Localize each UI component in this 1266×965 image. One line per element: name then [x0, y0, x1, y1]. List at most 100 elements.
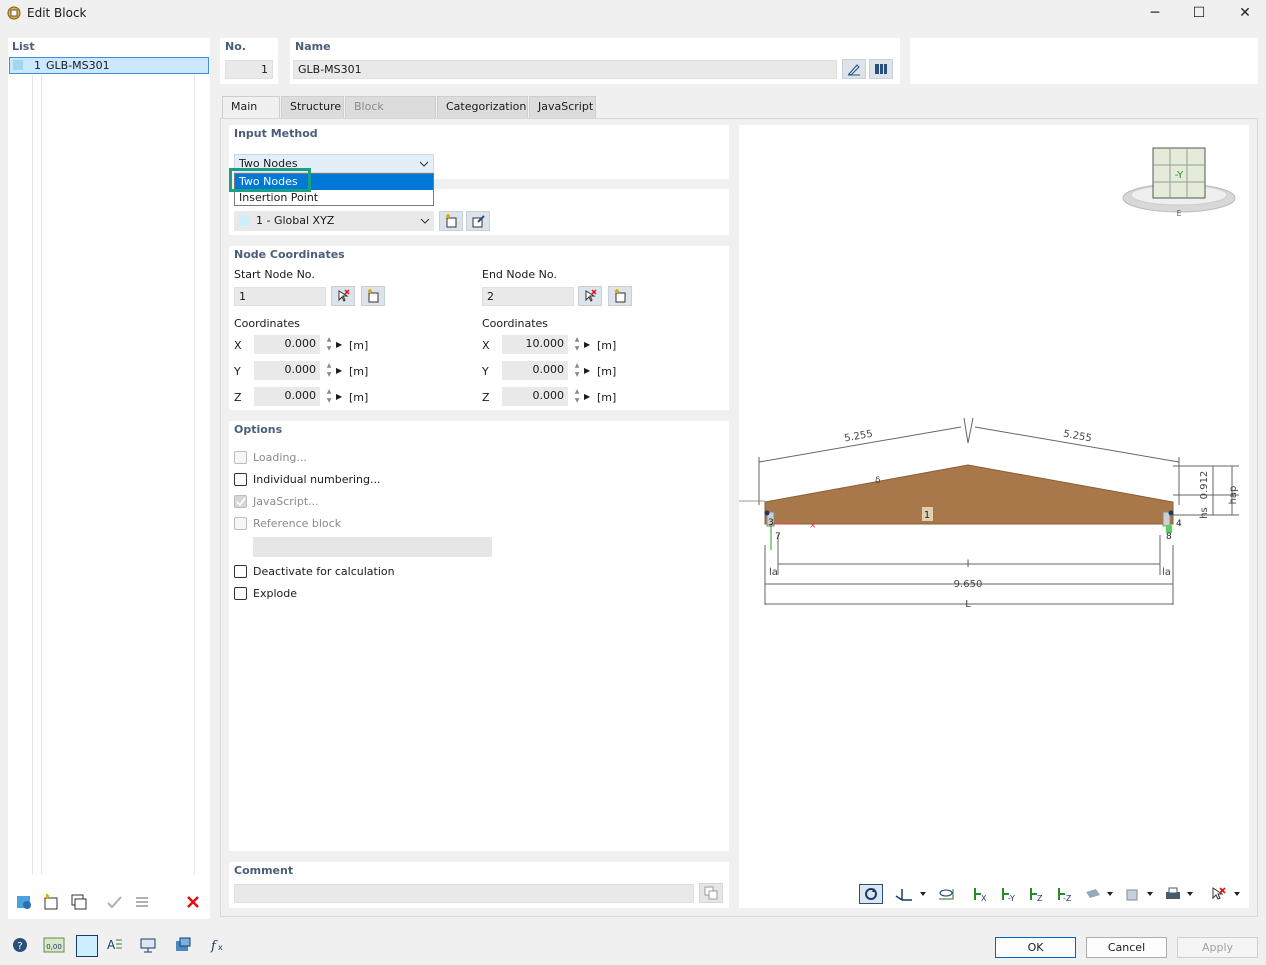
- maximize-button[interactable]: ☐: [1176, 0, 1222, 28]
- start-node-field[interactable]: 1: [234, 287, 326, 306]
- units-icon[interactable]: 0,00: [42, 935, 66, 955]
- pick-start-node-icon[interactable]: [331, 286, 355, 306]
- comment-field[interactable]: [234, 884, 694, 903]
- start-z-field[interactable]: 0.000: [254, 387, 320, 406]
- close-button[interactable]: ✕: [1222, 0, 1266, 28]
- tab-block-rotation[interactable]: Block Rotation: [345, 96, 436, 133]
- start-x-menu[interactable]: ▶: [336, 335, 344, 354]
- refresh-view-icon[interactable]: [859, 884, 883, 904]
- node-coordinates-title: Node Coordinates: [234, 248, 345, 261]
- deactivate-checkbox[interactable]: [234, 565, 247, 578]
- end-x-field[interactable]: 10.000: [502, 335, 568, 354]
- highlight-box: [229, 168, 311, 192]
- name-field[interactable]: GLB-MS301: [293, 60, 837, 79]
- svg-text:7: 7: [775, 532, 781, 542]
- library-icon[interactable]: [869, 59, 893, 79]
- svg-text:E: E: [1176, 209, 1181, 218]
- display-icon[interactable]: [136, 935, 160, 955]
- start-x-field[interactable]: 0.000: [254, 335, 320, 354]
- svg-text:0,00: 0,00: [46, 943, 62, 951]
- explode-checkbox[interactable]: [234, 587, 247, 600]
- axis-z-label: Z: [482, 391, 490, 404]
- model-icon[interactable]: [171, 935, 195, 955]
- graphic-panel: -Y E × 5.255 5.255 0.912 hs hap δ 1 3 7 …: [739, 125, 1249, 908]
- end-z-field[interactable]: 0.000: [502, 387, 568, 406]
- tab-categorization[interactable]: Categorization: [437, 96, 528, 118]
- comment-panel: Comment: [229, 862, 729, 908]
- delete-icon[interactable]: [182, 892, 204, 912]
- block-diagram: × 5.255 5.255 0.912 hs hap δ 1 3 7 4 8 l…: [739, 417, 1239, 610]
- reference-block-checkbox[interactable]: [234, 517, 247, 530]
- end-y-field[interactable]: 0.000: [502, 361, 568, 380]
- view-z-icon[interactable]: Z: [1024, 884, 1048, 904]
- function-icon[interactable]: fx: [206, 935, 230, 955]
- no-field[interactable]: 1: [225, 60, 273, 79]
- check-all-icon[interactable]: [103, 892, 125, 912]
- chevron-down-icon: [419, 161, 429, 167]
- svg-text:l: l: [967, 559, 970, 570]
- color-icon[interactable]: [76, 935, 98, 957]
- comment-copy-icon[interactable]: [699, 883, 723, 903]
- new-end-node-icon[interactable]: [608, 286, 632, 306]
- svg-text:5.255: 5.255: [844, 429, 874, 445]
- edit-coordinate-system-icon[interactable]: [466, 211, 490, 231]
- list-header: List: [12, 40, 35, 53]
- new-coordinate-system-icon[interactable]: [439, 211, 463, 231]
- view-minus-z-icon[interactable]: -Z: [1052, 884, 1076, 904]
- render-mode-icon[interactable]: [1082, 884, 1118, 904]
- print-icon[interactable]: [1162, 884, 1198, 904]
- view-x-icon[interactable]: X: [968, 884, 992, 904]
- tab-main[interactable]: Main: [222, 96, 280, 119]
- text-format-icon[interactable]: A: [102, 935, 126, 955]
- option-insertion-point[interactable]: Insertion Point: [235, 190, 433, 206]
- svg-text:L: L: [965, 599, 971, 610]
- help-icon[interactable]: ?: [8, 935, 32, 955]
- no-label: No.: [225, 40, 246, 53]
- new-item-icon[interactable]: [40, 892, 62, 912]
- no-panel: No. 1: [220, 38, 278, 84]
- minimize-button[interactable]: ─: [1132, 0, 1178, 28]
- svg-text:hap: hap: [1228, 486, 1239, 505]
- visibility-icon[interactable]: [934, 884, 958, 904]
- end-node-label: End Node No.: [482, 268, 557, 281]
- edit-name-icon[interactable]: [842, 59, 866, 79]
- ok-button[interactable]: OK: [995, 937, 1076, 958]
- view-minus-y-icon[interactable]: -Y: [996, 884, 1020, 904]
- axis-x-label: X: [482, 339, 490, 352]
- svg-text:δ: δ: [875, 476, 881, 486]
- options-panel: Options Loading... Individual numbering.…: [229, 421, 729, 851]
- individual-numbering-checkbox[interactable]: [234, 473, 247, 486]
- end-x-menu[interactable]: ▶: [584, 335, 592, 354]
- loading-label: Loading...: [253, 451, 307, 464]
- end-z-menu[interactable]: ▶: [584, 387, 592, 406]
- svg-text:A: A: [107, 938, 116, 952]
- coordinate-system-select[interactable]: 1 - Global XYZ: [234, 211, 434, 231]
- new-start-node-icon[interactable]: [361, 286, 385, 306]
- list-item[interactable]: 1 GLB-MS301: [9, 57, 209, 74]
- start-coordinates-label: Coordinates: [234, 317, 301, 330]
- axis-z-label: Z: [234, 391, 242, 404]
- copy-icon[interactable]: [68, 892, 90, 912]
- tab-javascript[interactable]: JavaScript: [529, 96, 596, 118]
- axes-display-icon[interactable]: [892, 884, 930, 904]
- svg-text:f: f: [210, 939, 218, 954]
- start-y-field[interactable]: 0.000: [254, 361, 320, 380]
- unit-label: [m]: [349, 365, 369, 378]
- start-y-menu[interactable]: ▶: [336, 361, 344, 380]
- start-z-menu[interactable]: ▶: [336, 387, 344, 406]
- view-cube-icon[interactable]: -Y E: [1119, 140, 1239, 220]
- box-view-icon[interactable]: [1122, 884, 1158, 904]
- javascript-checkbox[interactable]: [234, 495, 247, 508]
- end-y-menu[interactable]: ▶: [584, 361, 592, 380]
- apply-button[interactable]: Apply: [1177, 937, 1258, 958]
- end-node-field[interactable]: 2: [482, 287, 574, 306]
- svg-text:×: ×: [809, 521, 817, 531]
- cancel-button[interactable]: Cancel: [1086, 937, 1167, 958]
- loading-checkbox[interactable]: [234, 451, 247, 464]
- new-block-icon[interactable]: [13, 892, 35, 912]
- uncheck-icon[interactable]: [131, 892, 153, 912]
- reference-block-field[interactable]: [253, 537, 492, 557]
- selection-filter-icon[interactable]: [1209, 884, 1245, 904]
- tab-structure[interactable]: Structure: [281, 96, 344, 118]
- pick-end-node-icon[interactable]: [578, 286, 602, 306]
